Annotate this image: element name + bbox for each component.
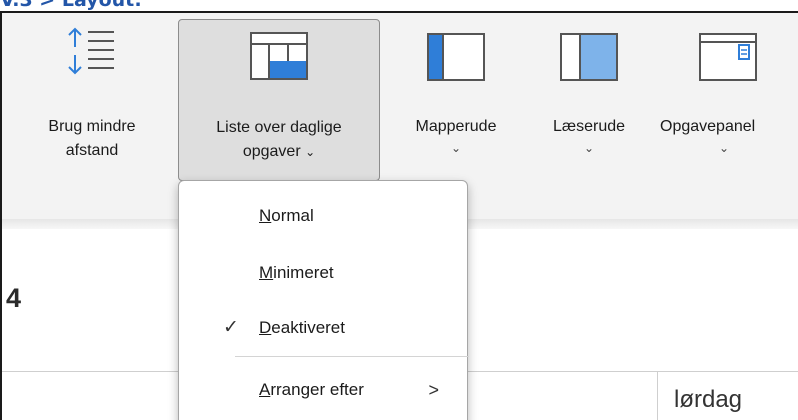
daily-task-list-menu: Normal Minimeret ✓ Deaktiveret Arranger … <box>178 180 469 420</box>
menu-item-minimized[interactable]: Minimeret <box>179 244 467 302</box>
line-spacing-icon <box>68 27 114 75</box>
folder-pane-icon <box>427 33 485 81</box>
menu-item-arrange-by[interactable]: Arranger efter > <box>179 361 467 419</box>
breadcrumb: V.3 > Layout: <box>0 0 142 11</box>
calendar-column-divider <box>657 371 658 420</box>
chevron-right-icon: > <box>428 380 439 400</box>
chevron-down-icon: ⌄ <box>305 145 316 159</box>
menu-separator <box>235 356 469 357</box>
task-panel-icon <box>699 33 757 81</box>
chevron-down-icon: ⌄ <box>718 141 730 155</box>
chevron-down-icon: ⌄ <box>450 141 462 155</box>
reading-pane-button[interactable]: Læserude ⌄ <box>528 21 650 179</box>
daily-task-list-icon <box>250 32 308 80</box>
menu-item-deactivated[interactable]: ✓ Deaktiveret <box>179 299 467 357</box>
compact-spacing-label-line2: afstand <box>65 142 119 159</box>
menu-item-normal[interactable]: Normal <box>179 187 467 245</box>
reading-pane-icon <box>560 33 618 81</box>
compact-spacing-label-line1: Brug mindre <box>48 118 136 135</box>
app-window: Brug mindre afstand Liste over daglige o… <box>0 11 798 420</box>
daily-task-list-label-line2: opgaver ⌄ <box>242 143 316 160</box>
compact-spacing-button[interactable]: Brug mindre afstand <box>22 21 162 179</box>
chevron-down-icon: ⌄ <box>583 141 595 155</box>
menu-item-label: Deaktiveret <box>259 318 345 337</box>
daily-task-list-button[interactable]: Liste over daglige opgaver ⌄ <box>178 19 380 181</box>
task-panel-button[interactable]: Opgavepanel ⌄ <box>656 21 798 179</box>
task-panel-label: Opgavepanel <box>660 118 756 135</box>
day-header-saturday[interactable]: lørdag <box>674 386 742 414</box>
daily-task-list-label-line1: Liste over daglige <box>216 119 342 136</box>
reading-pane-label: Læserude <box>552 118 626 135</box>
header-strip: V.3 > Layout: <box>0 0 798 11</box>
folder-pane-label: Mapperude <box>415 118 497 135</box>
menu-item-label: Arranger efter <box>259 380 364 399</box>
folder-pane-button[interactable]: Mapperude ⌄ <box>394 21 518 179</box>
menu-item-label: Normal <box>259 206 314 225</box>
week-number: 4 <box>6 283 22 313</box>
checkmark-icon: ✓ <box>223 317 239 338</box>
menu-item-label: Minimeret <box>259 263 334 282</box>
